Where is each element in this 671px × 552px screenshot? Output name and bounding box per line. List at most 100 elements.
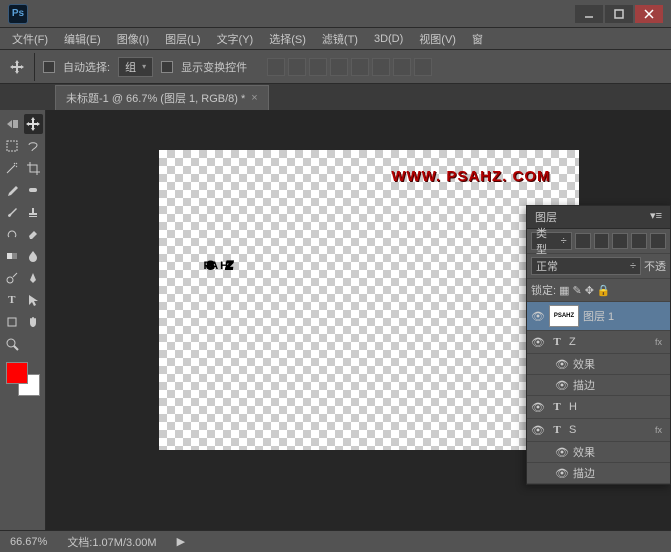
align-vcenter-icon[interactable]: [288, 58, 306, 76]
filter-adjust-icon[interactable]: [594, 233, 610, 249]
layer-row-layer1[interactable]: 👁 PSAHZ 图层 1: [527, 302, 670, 331]
visibility-icon[interactable]: 👁: [531, 424, 545, 437]
fx-stroke-row[interactable]: 👁 描边: [527, 375, 670, 396]
visibility-icon[interactable]: 👁: [531, 401, 545, 414]
blend-mode-dropdown[interactable]: 正常÷: [531, 257, 641, 275]
type-layer-icon: T: [549, 334, 565, 350]
history-brush-tool[interactable]: [2, 224, 22, 244]
hand-tool[interactable]: [24, 312, 44, 332]
menu-filter[interactable]: 滤镜(T): [316, 29, 364, 49]
lock-transparent-icon[interactable]: ▦: [559, 284, 569, 297]
canvas[interactable]: WWW. PSAHZ. COM P S A H Z: [159, 150, 579, 450]
layer-row-h[interactable]: 👁 T H: [527, 396, 670, 419]
tab-toggle-icon[interactable]: [2, 114, 22, 134]
menu-window[interactable]: 窗: [466, 29, 489, 49]
filter-kind-label: 类型: [536, 225, 558, 257]
dropdown-value: 组: [125, 59, 136, 75]
layer-name[interactable]: Z: [569, 336, 576, 348]
visibility-icon[interactable]: 👁: [531, 336, 545, 349]
align-bottom-icon[interactable]: [309, 58, 327, 76]
fx-stroke-row[interactable]: 👁 描边: [527, 463, 670, 484]
layer-thumbnail[interactable]: PSAHZ: [549, 305, 579, 327]
fx-badge[interactable]: fx: [655, 425, 666, 435]
visibility-icon[interactable]: 👁: [555, 358, 569, 371]
layers-panel[interactable]: 图层 ▾≡ 类型÷ 正常÷ 不透 锁定: ▦ ✎ ✥ 🔒 👁 PSAHZ 图层 …: [526, 205, 671, 485]
layer-name[interactable]: 图层 1: [583, 308, 614, 324]
align-hcenter-icon[interactable]: [351, 58, 369, 76]
letter-h: H: [220, 260, 224, 272]
align-left-icon[interactable]: [330, 58, 348, 76]
marquee-tool[interactable]: [2, 136, 22, 156]
panel-menu-icon[interactable]: ▾≡: [650, 209, 662, 225]
filter-smart-icon[interactable]: [650, 233, 666, 249]
gradient-tool[interactable]: [2, 246, 22, 266]
show-transform-checkbox[interactable]: [161, 61, 173, 73]
doc-size[interactable]: 文档:1.07M/3.00M: [67, 534, 156, 550]
status-arrow-icon[interactable]: ▶: [177, 535, 185, 548]
menu-type[interactable]: 文字(Y): [211, 29, 260, 49]
menu-3d[interactable]: 3D(D): [368, 31, 409, 47]
lasso-tool[interactable]: [24, 136, 44, 156]
maximize-button[interactable]: [605, 5, 633, 23]
document-tab[interactable]: 未标题-1 @ 66.7% (图层 1, RGB/8) * ×: [55, 85, 269, 110]
dodge-tool[interactable]: [2, 268, 22, 288]
auto-select-dropdown[interactable]: 组 ▾: [118, 57, 153, 77]
zoom-tool[interactable]: [2, 334, 22, 354]
menu-image[interactable]: 图像(I): [111, 29, 155, 49]
minimize-button[interactable]: [575, 5, 603, 23]
letter-z: Z: [225, 260, 229, 272]
pen-tool[interactable]: [24, 268, 44, 288]
menu-file[interactable]: 文件(F): [6, 29, 54, 49]
visibility-icon[interactable]: 👁: [531, 310, 545, 323]
lock-all-icon[interactable]: 🔒: [597, 284, 611, 297]
color-swatch[interactable]: [6, 362, 40, 396]
blur-tool[interactable]: [24, 246, 44, 266]
crop-tool[interactable]: [24, 158, 44, 178]
menu-select[interactable]: 选择(S): [263, 29, 312, 49]
fx-row[interactable]: 👁 效果: [527, 442, 670, 463]
layer-name[interactable]: S: [569, 424, 576, 436]
close-tab-icon[interactable]: ×: [251, 92, 257, 104]
stamp-tool[interactable]: [24, 202, 44, 222]
visibility-icon[interactable]: 👁: [555, 467, 569, 480]
brush-tool[interactable]: [2, 202, 22, 222]
path-select-tool[interactable]: [24, 290, 44, 310]
filter-pixel-icon[interactable]: [575, 233, 591, 249]
wand-tool[interactable]: [2, 158, 22, 178]
distribute-h-icon[interactable]: [393, 58, 411, 76]
menu-view[interactable]: 视图(V): [413, 29, 462, 49]
lock-position-icon[interactable]: ✥: [585, 284, 594, 297]
divider: [34, 53, 35, 81]
layer-filter-row: 类型÷: [527, 229, 670, 254]
lock-pixels-icon[interactable]: ✎: [572, 284, 581, 297]
menu-layer[interactable]: 图层(L): [159, 29, 206, 49]
eraser-tool[interactable]: [24, 224, 44, 244]
eyedropper-tool[interactable]: [2, 180, 22, 200]
layer-name[interactable]: H: [569, 401, 577, 413]
letter-a: A: [210, 260, 214, 272]
visibility-icon[interactable]: 👁: [555, 379, 569, 392]
fx-badge[interactable]: fx: [655, 337, 666, 347]
zoom-level[interactable]: 66.67%: [10, 536, 47, 548]
distribute-v-icon[interactable]: [414, 58, 432, 76]
layer-row-s[interactable]: 👁 T S fx: [527, 419, 670, 442]
visibility-icon[interactable]: 👁: [555, 446, 569, 459]
align-top-icon[interactable]: [267, 58, 285, 76]
shape-tool[interactable]: [2, 312, 22, 332]
extra-tool[interactable]: [24, 334, 44, 354]
fx-row[interactable]: 👁 效果: [527, 354, 670, 375]
type-tool[interactable]: T: [2, 290, 22, 310]
foreground-color[interactable]: [6, 362, 28, 384]
move-tool[interactable]: [24, 114, 44, 134]
heal-tool[interactable]: [24, 180, 44, 200]
filter-type-icon[interactable]: [612, 233, 628, 249]
align-right-icon[interactable]: [372, 58, 390, 76]
app-logo: Ps: [8, 4, 28, 24]
options-bar: 自动选择: 组 ▾ 显示变换控件: [0, 50, 671, 84]
auto-select-checkbox[interactable]: [43, 61, 55, 73]
menu-edit[interactable]: 编辑(E): [58, 29, 107, 49]
filter-kind-dropdown[interactable]: 类型÷: [531, 232, 572, 250]
filter-shape-icon[interactable]: [631, 233, 647, 249]
close-button[interactable]: [635, 5, 663, 23]
layer-row-z[interactable]: 👁 T Z fx: [527, 331, 670, 354]
